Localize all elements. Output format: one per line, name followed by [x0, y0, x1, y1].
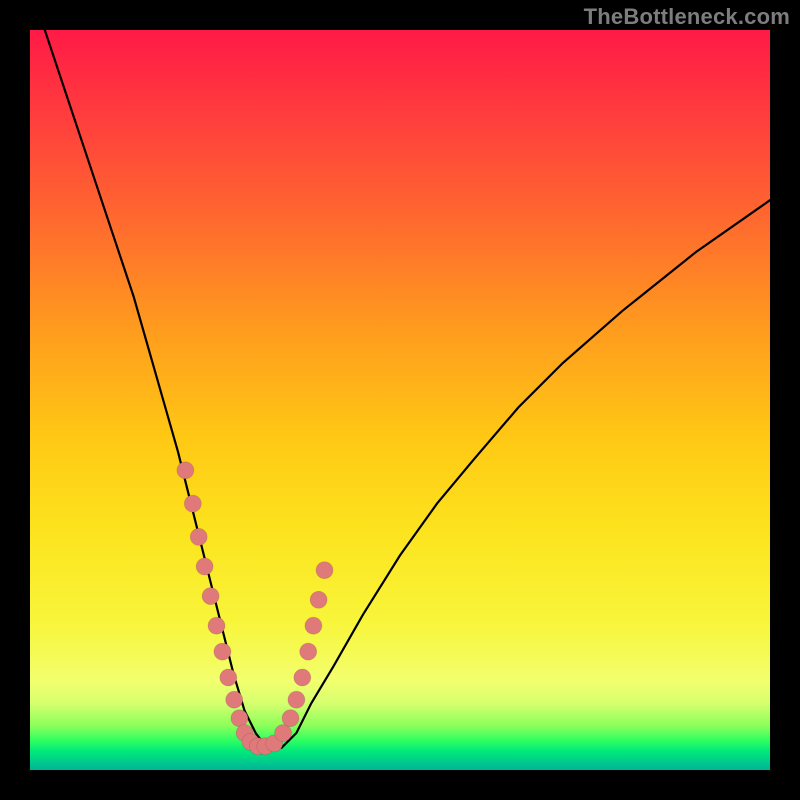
data-point: [220, 669, 237, 686]
data-point: [202, 588, 219, 605]
data-point: [190, 528, 207, 545]
watermark-text: TheBottleneck.com: [584, 4, 790, 30]
data-point: [294, 669, 311, 686]
data-point: [275, 725, 292, 742]
data-point: [214, 643, 231, 660]
data-point: [300, 643, 317, 660]
chart-frame: TheBottleneck.com: [0, 0, 800, 800]
curve-layer: [30, 30, 770, 770]
plot-area: [30, 30, 770, 770]
data-point: [226, 691, 243, 708]
data-point: [196, 558, 213, 575]
data-point: [208, 617, 225, 634]
data-point: [316, 562, 333, 579]
data-point: [184, 495, 201, 512]
bottleneck-curve: [45, 30, 770, 748]
data-point: [305, 617, 322, 634]
data-point: [288, 691, 305, 708]
data-point: [177, 462, 194, 479]
data-point: [310, 591, 327, 608]
data-point: [282, 710, 299, 727]
marker-group: [177, 462, 333, 755]
